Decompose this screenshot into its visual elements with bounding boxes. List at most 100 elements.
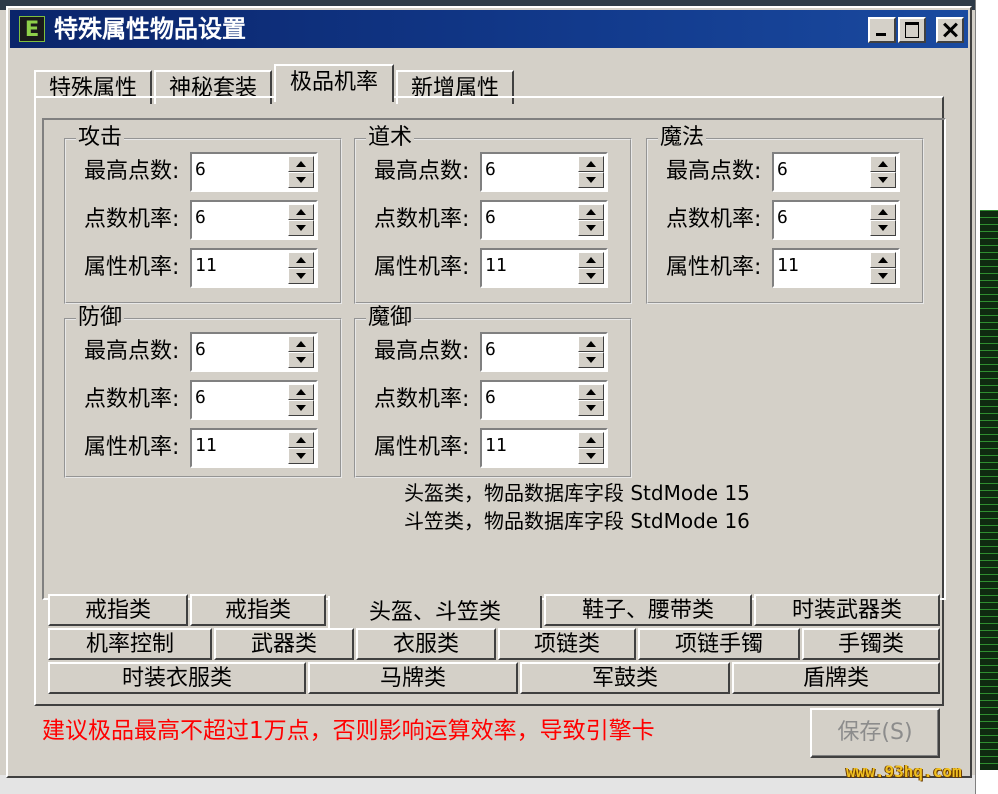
background-console: [980, 210, 998, 770]
spinner-value[interactable]: 11: [195, 433, 217, 459]
tab-weapon[interactable]: 武器类: [214, 628, 354, 660]
spinner-value[interactable]: 6: [777, 205, 788, 231]
spin-up-icon[interactable]: [288, 252, 314, 268]
spinner-value[interactable]: 6: [485, 157, 496, 183]
spinner-value[interactable]: 11: [777, 253, 799, 279]
tab-probability-control[interactable]: 机率控制: [48, 628, 212, 660]
magic-defense-attribute-rate-spinner[interactable]: 11: [480, 428, 608, 468]
spinner-value[interactable]: 6: [485, 205, 496, 231]
tab-clothes[interactable]: 衣服类: [356, 628, 496, 660]
spinner-value[interactable]: 6: [195, 157, 206, 183]
tab-shoes-belt[interactable]: 鞋子、腰带类: [544, 594, 752, 626]
spin-up-icon[interactable]: [288, 384, 314, 400]
spinner-value[interactable]: 6: [195, 385, 206, 411]
field-label: 最高点数:: [374, 159, 470, 184]
taoism-attribute-rate-spinner[interactable]: 11: [480, 248, 608, 288]
spin-up-icon[interactable]: [578, 204, 604, 220]
spin-up-icon[interactable]: [578, 156, 604, 172]
field-label: 点数机率:: [666, 207, 762, 232]
spin-down-icon[interactable]: [578, 400, 604, 416]
tab-helmet-hat[interactable]: 头盔、斗笠类: [328, 596, 542, 630]
tab-necklace-bracelet[interactable]: 项链手镯: [638, 628, 800, 660]
field-label: 属性机率:: [84, 255, 180, 280]
spin-down-icon[interactable]: [288, 400, 314, 416]
defense-points-rate-spinner[interactable]: 6: [190, 380, 318, 420]
defense-attribute-rate-spinner[interactable]: 11: [190, 428, 318, 468]
save-button[interactable]: 保存(S): [810, 708, 940, 758]
close-button[interactable]: [936, 17, 964, 43]
magic-attribute-rate-spinner[interactable]: 11: [772, 248, 900, 288]
tab-shield[interactable]: 盾牌类: [732, 662, 940, 694]
tab-fashion-clothes[interactable]: 时装衣服类: [48, 662, 306, 694]
minimize-button[interactable]: [868, 17, 896, 43]
app-e-icon: E: [19, 16, 45, 42]
spin-down-icon[interactable]: [578, 220, 604, 236]
magic-defense-points-rate-spinner[interactable]: 6: [480, 380, 608, 420]
spinner-value[interactable]: 6: [195, 205, 206, 231]
info-hat-stdmode: 斗笠类，物品数据库字段 StdMode 16: [404, 509, 750, 533]
tab-rare-probability[interactable]: 极品机率: [274, 64, 394, 102]
field-label: 属性机率:: [666, 255, 762, 280]
field-label: 属性机率:: [84, 435, 180, 460]
magic-max-points-spinner[interactable]: 6: [772, 152, 900, 192]
tab-war-drum[interactable]: 军鼓类: [520, 662, 730, 694]
magic-defense-max-points-spinner[interactable]: 6: [480, 332, 608, 372]
spin-down-icon[interactable]: [870, 220, 896, 236]
title-bar[interactable]: E 特殊属性物品设置: [10, 10, 968, 48]
defense-max-points-spinner[interactable]: 6: [190, 332, 318, 372]
tab-necklace[interactable]: 项链类: [498, 628, 636, 660]
maximize-button[interactable]: [898, 17, 926, 43]
spinner-value[interactable]: 6: [777, 157, 788, 183]
tab-ring-1[interactable]: 戒指类: [48, 594, 188, 626]
attack-attribute-rate-spinner[interactable]: 11: [190, 248, 318, 288]
tab-ring-2[interactable]: 戒指类: [190, 594, 326, 626]
tab-fashion-weapon[interactable]: 时装武器类: [754, 594, 940, 626]
group-title: 魔法: [658, 125, 707, 151]
tab-bracelet[interactable]: 手镯类: [802, 628, 940, 660]
spin-down-icon[interactable]: [870, 172, 896, 188]
spin-up-icon[interactable]: [288, 432, 314, 448]
spin-down-icon[interactable]: [288, 172, 314, 188]
spinner-value[interactable]: 11: [195, 253, 217, 279]
spinner-value[interactable]: 6: [485, 385, 496, 411]
taoism-max-points-spinner[interactable]: 6: [480, 152, 608, 192]
window-title: 特殊属性物品设置: [54, 15, 246, 43]
spin-down-icon[interactable]: [578, 172, 604, 188]
spin-down-icon[interactable]: [288, 268, 314, 284]
field-label: 点数机率:: [374, 387, 470, 412]
spin-down-icon[interactable]: [288, 220, 314, 236]
group-title: 魔御: [366, 305, 415, 331]
spin-up-icon[interactable]: [578, 336, 604, 352]
spin-up-icon[interactable]: [578, 384, 604, 400]
spinner-value[interactable]: 6: [195, 337, 206, 363]
spin-up-icon[interactable]: [288, 156, 314, 172]
spin-up-icon[interactable]: [870, 252, 896, 268]
info-helmet-stdmode: 头盔类，物品数据库字段 StdMode 15: [404, 481, 750, 505]
group-title: 防御: [76, 305, 125, 331]
field-label: 属性机率:: [374, 255, 470, 280]
spin-down-icon[interactable]: [288, 352, 314, 368]
background-window-edge: [975, 0, 998, 794]
spin-up-icon[interactable]: [870, 156, 896, 172]
taoism-points-rate-spinner[interactable]: 6: [480, 200, 608, 240]
spinner-value[interactable]: 11: [485, 253, 507, 279]
spin-up-icon[interactable]: [578, 252, 604, 268]
spin-up-icon[interactable]: [578, 432, 604, 448]
spin-down-icon[interactable]: [578, 352, 604, 368]
tab-horse-badge[interactable]: 马牌类: [308, 662, 518, 694]
spin-down-icon[interactable]: [578, 268, 604, 284]
attack-max-points-spinner[interactable]: 6: [190, 152, 318, 192]
spinner-value[interactable]: 11: [485, 433, 507, 459]
spin-down-icon[interactable]: [870, 268, 896, 284]
spin-up-icon[interactable]: [288, 336, 314, 352]
spin-down-icon[interactable]: [288, 448, 314, 464]
spin-up-icon[interactable]: [870, 204, 896, 220]
field-label: 属性机率:: [374, 435, 470, 460]
field-label: 最高点数:: [84, 339, 180, 364]
field-label: 最高点数:: [666, 159, 762, 184]
spin-up-icon[interactable]: [288, 204, 314, 220]
attack-points-rate-spinner[interactable]: 6: [190, 200, 318, 240]
magic-points-rate-spinner[interactable]: 6: [772, 200, 900, 240]
spin-down-icon[interactable]: [578, 448, 604, 464]
spinner-value[interactable]: 6: [485, 337, 496, 363]
